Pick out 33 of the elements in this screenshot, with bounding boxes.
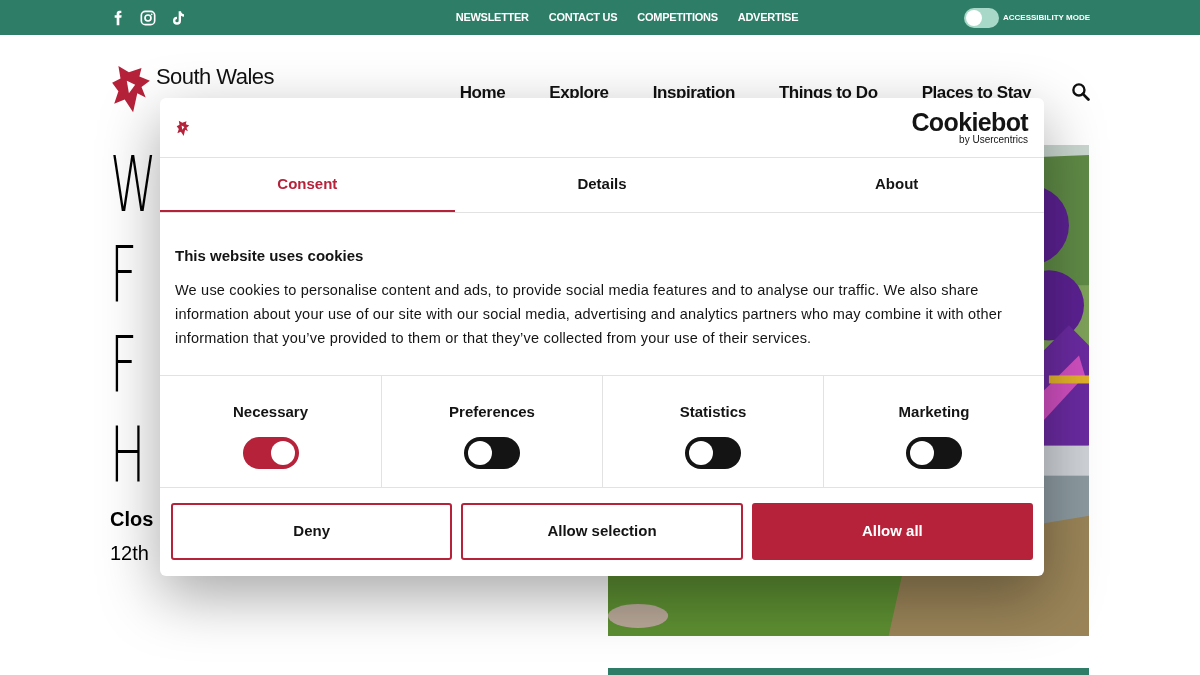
logo-text[interactable]: South Wales: [156, 66, 274, 88]
cookiebot-logo: Cookiebot by Usercentrics: [911, 110, 1028, 145]
hero-heading: F: [110, 325, 138, 405]
consent-button[interactable]: Deny: [171, 503, 453, 560]
category-label: Preferences: [449, 402, 535, 422]
category-label: Necessary: [232, 402, 309, 422]
toggle-switch[interactable]: [685, 436, 741, 469]
consent-button[interactable]: Allow all: [751, 503, 1033, 560]
toggle-switch[interactable]: [464, 436, 520, 469]
toggle-switch[interactable]: [906, 436, 962, 469]
category-label: Marketing: [898, 402, 970, 422]
top-link[interactable]: ADVERTISE: [737, 9, 799, 26]
dialog-tab[interactable]: Details: [454, 158, 750, 212]
top-link[interactable]: COMPETITIONS: [637, 9, 718, 26]
top-link[interactable]: NEWSLETTER: [455, 9, 529, 26]
consent-button[interactable]: Allow selection: [461, 503, 743, 560]
hero-heading: W: [110, 145, 157, 225]
event-date: 12th: [110, 541, 149, 566]
instagram-icon[interactable]: [140, 9, 156, 26]
toggle-switch[interactable]: [242, 436, 299, 469]
dialog-title: This website uses cookies: [175, 246, 365, 266]
top-link[interactable]: CONTACT US: [548, 9, 618, 26]
dialog-text: We use cookies to personalise content and ads, to provide social media features and to analyse our traffic. We also share information about your use of our site with our social media, advertising and analytics partners who may combine it with other information that you’ve provided to them or that they’ve collected from your use of their services.: [175, 280, 1004, 348]
dialog-tab[interactable]: About: [749, 158, 1044, 212]
tiktok-icon[interactable]: [170, 9, 186, 26]
search-icon[interactable]: [1071, 82, 1090, 101]
event-title: Clos: [110, 507, 154, 532]
hero-heading: H: [110, 415, 146, 495]
category-label: Statistics: [679, 402, 747, 422]
dialog-tab[interactable]: Consent: [160, 158, 455, 212]
toggle-switch[interactable]: [964, 7, 999, 28]
accessibility-label: ACCESSIBILITY MODE: [1003, 11, 1090, 24]
hero-heading: F: [110, 235, 138, 315]
